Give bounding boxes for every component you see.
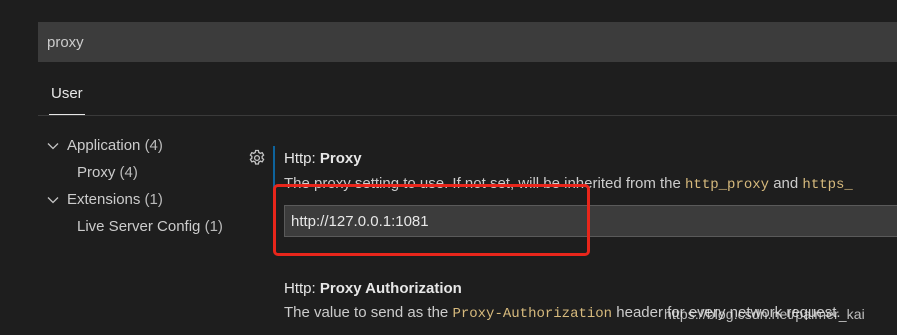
settings-search-box[interactable] — [38, 22, 897, 62]
watermark-text: https://blog.csdn.net/palmer_kai — [664, 306, 865, 322]
toc-item-application[interactable]: Application (4) — [44, 134, 244, 161]
toc-item-extensions[interactable]: Extensions (1) — [44, 188, 244, 215]
chevron-down-icon — [47, 143, 59, 150]
setting-description-http-proxy: The proxy setting to use. If not set, wi… — [284, 175, 853, 193]
settings-toc: Application (4) Proxy (4) Extensions (1)… — [44, 134, 244, 242]
tab-user[interactable]: User — [43, 72, 91, 115]
setting-title-http-proxy-authorization: Http: Proxy Authorization — [284, 280, 462, 297]
focused-setting-indicator — [273, 146, 275, 246]
toc-item-label: Extensions (1) — [67, 191, 163, 208]
setting-title-http-proxy: Http: Proxy — [284, 150, 362, 167]
toc-item-label: Proxy (4) — [77, 164, 138, 181]
toc-item-label: Application (4) — [67, 137, 163, 154]
chevron-down-icon — [47, 197, 59, 204]
settings-tabs: User — [38, 72, 897, 116]
http-proxy-field[interactable] — [284, 205, 897, 237]
toc-item-label: Live Server Config (1) — [77, 218, 223, 235]
toc-item-proxy[interactable]: Proxy (4) — [44, 161, 244, 188]
http-proxy-input[interactable] — [285, 206, 897, 236]
toc-item-live-server-config[interactable]: Live Server Config (1) — [44, 215, 244, 242]
settings-editor: User Application (4) Proxy (4) Extension… — [0, 0, 897, 335]
search-input[interactable] — [38, 22, 897, 62]
gear-icon[interactable] — [248, 149, 266, 167]
